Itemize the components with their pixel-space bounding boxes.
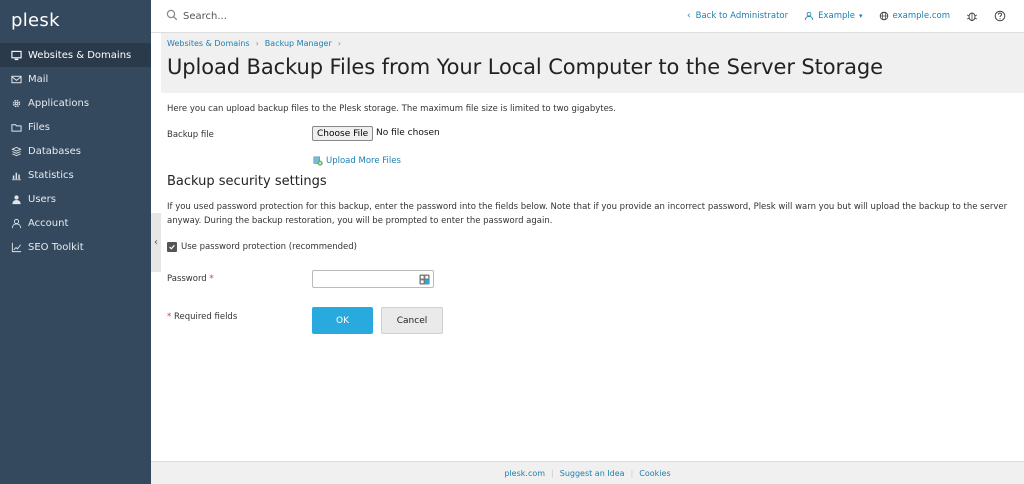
sidebar-item-label: Files: [28, 121, 50, 133]
folder-icon: [10, 121, 23, 134]
sidebar-item-label: Users: [28, 193, 57, 205]
password-label-text: Password: [167, 274, 207, 284]
choose-file-button[interactable]: Choose File: [312, 126, 374, 141]
footer-link-suggest-idea[interactable]: Suggest an Idea: [554, 469, 631, 478]
back-to-administrator-link[interactable]: ‹ Back to Administrator: [687, 11, 788, 21]
bug-icon: [966, 12, 978, 22]
sidebar-item-label: Websites & Domains: [28, 49, 132, 61]
sidebar-item-websites-domains[interactable]: Websites & Domains: [0, 43, 151, 67]
bar-chart-icon: [10, 169, 23, 182]
upload-more-files-link[interactable]: Upload More Files: [313, 156, 401, 166]
chevron-down-icon: ▾: [859, 12, 863, 20]
sidebar-item-label: Account: [28, 217, 69, 229]
domain-name: example.com: [892, 11, 950, 21]
sidebar-item-mail[interactable]: Mail: [0, 67, 151, 91]
password-protection-label: Use password protection (recommended): [181, 242, 358, 252]
mail-icon: [10, 73, 23, 86]
help-button[interactable]: [994, 10, 1006, 22]
user-icon: [804, 11, 814, 21]
security-description: If you used password protection for this…: [167, 202, 1008, 226]
help-icon: [994, 10, 1006, 22]
seo-chart-icon: [10, 241, 23, 254]
main-content: Here you can upload backup files to the …: [161, 93, 1024, 461]
sidebar-item-users[interactable]: Users: [0, 187, 151, 211]
account-icon: [10, 217, 23, 230]
breadcrumb: Websites & Domains › Backup Manager ›: [167, 39, 347, 48]
header-actions: ‹ Back to Administrator Example ▾ exampl…: [671, 10, 1006, 22]
sidebar-item-label: SEO Toolkit: [28, 241, 84, 253]
sidebar: plesk Websites & Domains Mail Applicatio…: [0, 0, 151, 484]
user-icon: [10, 193, 23, 206]
intro-text: Here you can upload backup files to the …: [167, 104, 616, 114]
footer: plesk.com | Suggest an Idea | Cookies: [151, 461, 1024, 484]
footer-link-cookies[interactable]: Cookies: [633, 469, 676, 478]
sidebar-item-account[interactable]: Account: [0, 211, 151, 235]
required-star: *: [167, 312, 172, 322]
globe-icon: [879, 11, 888, 21]
password-field[interactable]: [312, 270, 434, 288]
sidebar-item-label: Mail: [28, 73, 49, 85]
chevron-left-icon: ‹: [687, 11, 691, 21]
password-protection-checkbox[interactable]: [167, 242, 177, 252]
search-input[interactable]: [183, 11, 383, 22]
password-label: Password *: [167, 274, 214, 284]
page-header: Websites & Domains › Backup Manager › Up…: [161, 33, 1024, 93]
breadcrumb-separator: ›: [337, 39, 341, 48]
sidebar-item-applications[interactable]: Applications: [0, 91, 151, 115]
sidebar-item-label: Applications: [28, 97, 90, 109]
sidebar-item-statistics[interactable]: Statistics: [0, 163, 151, 187]
required-star: *: [209, 274, 214, 284]
monitor-icon: [10, 49, 23, 62]
checkmark-icon: [169, 244, 175, 250]
user-name: Example: [818, 11, 856, 21]
required-fields-note: * Required fields: [167, 312, 237, 322]
password-generator-icon[interactable]: [419, 274, 430, 285]
back-link-label: Back to Administrator: [695, 11, 789, 21]
cancel-button[interactable]: Cancel: [381, 307, 443, 334]
sidebar-item-databases[interactable]: Databases: [0, 139, 151, 163]
database-icon: [10, 145, 23, 158]
notifications-button[interactable]: [966, 10, 978, 22]
sidebar-item-seo-toolkit[interactable]: SEO Toolkit: [0, 235, 151, 259]
gear-icon: [10, 97, 23, 110]
required-fields-text: Required fields: [173, 312, 238, 322]
top-bar: ‹ Back to Administrator Example ▾ exampl…: [151, 0, 1024, 33]
backup-file-label: Backup file: [167, 130, 214, 140]
search-icon: [166, 9, 178, 24]
plesk-logo[interactable]: plesk: [11, 10, 60, 31]
password-protection-row: Use password protection (recommended): [167, 242, 357, 252]
breadcrumb-separator: ›: [255, 39, 259, 48]
file-status-text: No file chosen: [376, 128, 440, 138]
security-section-title: Backup security settings: [167, 174, 327, 189]
sidebar-item-label: Databases: [28, 145, 81, 157]
sidebar-collapse-handle[interactable]: ‹: [151, 213, 161, 272]
breadcrumb-backup-manager[interactable]: Backup Manager: [265, 39, 332, 48]
sidebar-nav: Websites & Domains Mail Applications Fil…: [0, 43, 151, 259]
sidebar-item-files[interactable]: Files: [0, 115, 151, 139]
search-box[interactable]: [166, 9, 383, 24]
add-files-icon: [313, 156, 323, 166]
sidebar-item-label: Statistics: [28, 169, 74, 181]
upload-more-label: Upload More Files: [326, 156, 401, 166]
ok-button[interactable]: OK: [312, 307, 373, 334]
footer-link-plesk[interactable]: plesk.com: [498, 469, 551, 478]
page-title: Upload Backup Files from Your Local Comp…: [167, 55, 883, 79]
breadcrumb-websites-domains[interactable]: Websites & Domains: [167, 39, 250, 48]
domain-switcher[interactable]: example.com: [879, 11, 950, 21]
user-menu[interactable]: Example ▾: [804, 11, 863, 21]
